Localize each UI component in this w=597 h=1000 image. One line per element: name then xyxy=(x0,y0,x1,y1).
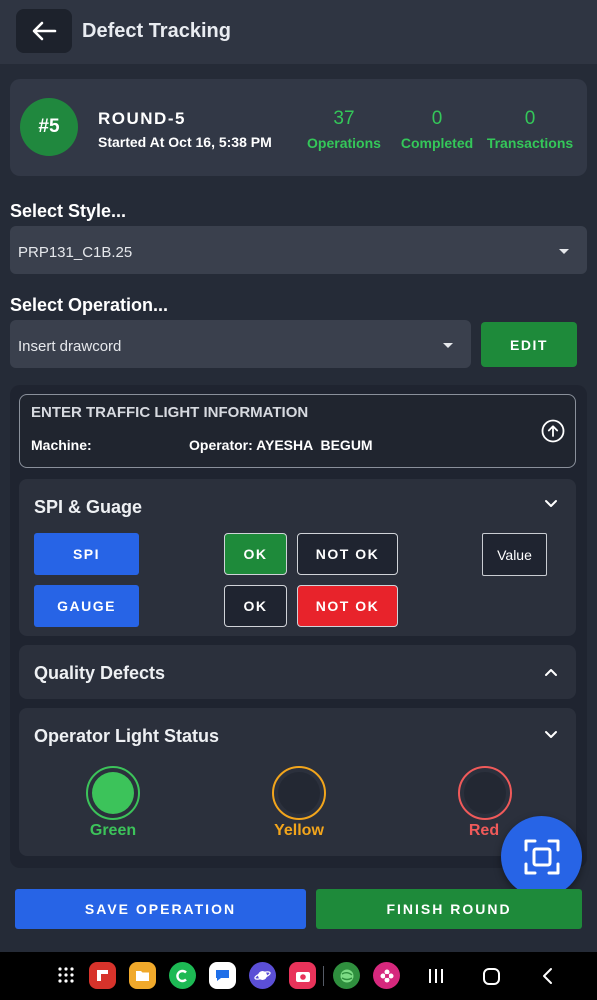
machine-label: Machine: xyxy=(31,437,92,453)
save-operation-button[interactable]: SAVE OPERATION xyxy=(15,889,306,929)
recent-app-green-icon[interactable] xyxy=(333,962,360,989)
transactions-label: Transactions xyxy=(486,135,574,151)
planet-icon xyxy=(254,971,271,980)
recent-app-flower-icon[interactable] xyxy=(373,962,400,989)
round-started-at: Started At Oct 16, 5:38 PM xyxy=(98,134,272,150)
chevron-up-icon[interactable] xyxy=(543,666,559,678)
spi-ok-button[interactable]: OK xyxy=(224,533,287,575)
chevron-down-icon xyxy=(559,249,569,254)
edit-button[interactable]: EDIT xyxy=(481,322,577,367)
flipboard-app-icon[interactable] xyxy=(89,962,116,989)
value-input[interactable]: Value xyxy=(482,533,547,576)
spi-gauge-title: SPI & Guage xyxy=(34,497,143,517)
red-light-button[interactable] xyxy=(458,766,512,820)
select-operation-label: Select Operation... xyxy=(10,295,169,315)
camera-icon xyxy=(295,971,310,982)
dock-divider xyxy=(323,966,324,986)
style-select[interactable]: PRP131_C1B.25 xyxy=(10,226,587,274)
chat-bubble-icon xyxy=(216,970,229,981)
files-app-icon[interactable] xyxy=(129,962,156,989)
back-button[interactable] xyxy=(16,9,72,53)
traffic-light-title: ENTER TRAFFIC LIGHT INFORMATION xyxy=(31,404,309,421)
style-select-value: PRP131_C1B.25 xyxy=(18,244,133,261)
gauge-ok-button[interactable]: OK xyxy=(224,585,287,627)
messages-app-icon[interactable] xyxy=(209,962,236,989)
quality-defects-title: Quality Defects xyxy=(34,663,166,683)
globe-icon xyxy=(340,969,353,982)
folder-icon xyxy=(136,971,149,981)
yellow-light-indicator xyxy=(278,772,320,814)
scan-fab-button[interactable] xyxy=(501,816,582,897)
home-icon[interactable] xyxy=(482,967,501,986)
finish-round-button[interactable]: FINISH ROUND xyxy=(316,889,582,929)
browser-app-icon[interactable] xyxy=(249,962,276,989)
operator-light-title: Operator Light Status xyxy=(34,726,220,746)
arrow-left-icon xyxy=(32,21,57,41)
yellow-light-button[interactable] xyxy=(272,766,326,820)
scan-icon xyxy=(524,839,559,874)
recents-icon[interactable] xyxy=(427,967,445,985)
arrow-up-circle-icon[interactable] xyxy=(541,419,565,443)
operation-select[interactable]: Insert drawcord xyxy=(10,320,471,368)
camera-app-icon[interactable] xyxy=(289,962,316,989)
flip-logo-icon xyxy=(97,970,108,981)
green-light-label: Green xyxy=(89,822,137,839)
chevron-down-icon xyxy=(443,343,453,348)
gauge-button[interactable]: GAUGE xyxy=(34,585,139,627)
red-light-indicator xyxy=(464,772,506,814)
spi-button[interactable]: SPI xyxy=(34,533,139,575)
operation-select-value: Insert drawcord xyxy=(18,338,122,355)
chevron-down-icon[interactable] xyxy=(543,498,559,510)
select-style-label: Select Style... xyxy=(10,201,127,221)
green-light-indicator xyxy=(92,772,134,814)
yellow-light-label: Yellow xyxy=(274,822,324,839)
phone-app-icon[interactable] xyxy=(169,962,196,989)
chevron-down-icon[interactable] xyxy=(543,729,559,741)
transactions-count: 0 xyxy=(524,108,536,129)
operator-label: Operator: AYESHA BEGUM xyxy=(189,437,373,453)
gauge-not-ok-button[interactable]: NOT OK xyxy=(297,585,398,627)
round-name: ROUND-5 xyxy=(98,109,186,128)
round-badge: #5 xyxy=(20,98,78,156)
flower-icon xyxy=(380,969,393,982)
app-grid-icon[interactable] xyxy=(57,966,75,984)
page-title: Defect Tracking xyxy=(82,20,231,42)
c-logo-icon xyxy=(175,969,187,982)
back-nav-icon[interactable] xyxy=(540,967,554,985)
green-light-button[interactable] xyxy=(86,766,140,820)
spi-not-ok-button[interactable]: NOT OK xyxy=(297,533,398,575)
